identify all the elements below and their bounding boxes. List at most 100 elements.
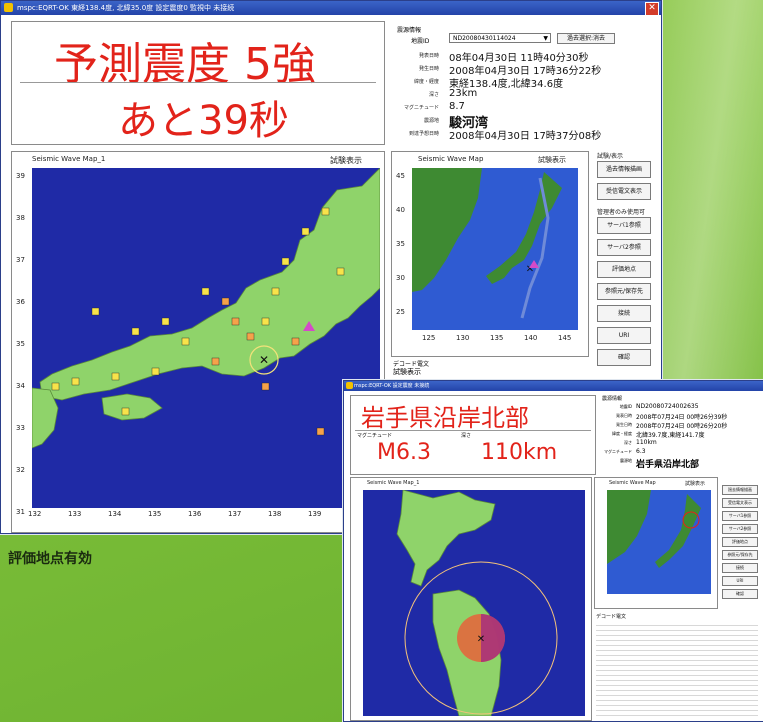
- second-small-map-canvas[interactable]: [607, 490, 711, 594]
- main-titlebar: mspc:EQRT-OK 東経138.4度, 北緯35.0度 設定震度0 監視中…: [1, 1, 661, 15]
- axis-tick-label: 32: [16, 466, 25, 474]
- axis-tick-label: 31: [16, 508, 25, 516]
- axis-tick-label: 130: [456, 334, 470, 342]
- second-info-value: 110km: [636, 439, 657, 446]
- second-side-button[interactable]: 過去情報描画: [722, 485, 758, 495]
- axis-tick-label: 139: [308, 510, 322, 518]
- second-side-button[interactable]: URI: [722, 576, 758, 586]
- second-info-header: 震源情報: [602, 396, 623, 402]
- small-map-title: Seismic Wave Map: [418, 155, 484, 163]
- quake-id-value: ND20080430114024: [453, 35, 516, 42]
- axis-tick-label: 134: [108, 510, 122, 518]
- second-info-label: 発生日時: [616, 422, 632, 427]
- info-value: 23km: [449, 88, 478, 99]
- big-map-panel: Seismic Wave Map_1 試験表示 ✕ 39 38 37 36 35…: [11, 151, 385, 533]
- quake-id-select[interactable]: ND20080430114024 ▼: [449, 33, 551, 43]
- axis-tick-label: 45: [396, 172, 405, 180]
- info-label: 到達予想日時: [408, 131, 439, 137]
- axis-tick-label: 36: [16, 298, 25, 306]
- second-info-value: ND20080724002635: [636, 403, 699, 410]
- second-magnitude: M6.3: [377, 440, 431, 465]
- second-magnitude-label: マグニチュード: [357, 433, 393, 439]
- second-info-label: 地震ID: [619, 404, 632, 409]
- second-info-panel: 震源情報 地震ID ND20080724002635 発表日時 2008年07月24日…: [600, 393, 758, 489]
- side-button[interactable]: 受信電文表示: [597, 183, 651, 200]
- second-side-button[interactable]: 確認: [722, 589, 758, 599]
- second-info-label: 発表日時: [616, 413, 632, 418]
- second-side-button[interactable]: サーバ1参照: [722, 511, 758, 521]
- axis-tick-label: 133: [68, 510, 82, 518]
- selector-label: 地震ID: [411, 38, 430, 45]
- second-big-map-title: Seismic Wave Map_1: [367, 480, 420, 486]
- axis-tick-label: 39: [16, 172, 25, 180]
- second-info-label: 深さ: [624, 440, 632, 445]
- axis-tick-label: 135: [148, 510, 162, 518]
- forecast-countdown: あと39秒: [118, 98, 289, 144]
- axis-tick-label: 125: [422, 334, 436, 342]
- axis-tick-label: 30: [396, 274, 405, 282]
- close-button[interactable]: ✕: [645, 2, 659, 15]
- info-label: 震源地: [423, 118, 439, 124]
- small-map-panel: Seismic Wave Map 試験表示 ✕ 45 40 35 30 25 125 13…: [391, 151, 589, 357]
- second-window-title: mspc:EQRT-OK 設定震度 未接続: [354, 383, 430, 389]
- info-value: 2008年04月30日 17時37分08秒: [449, 131, 602, 142]
- admin-button[interactable]: 評価地点: [597, 261, 651, 278]
- second-app-icon: [346, 382, 353, 389]
- info-panel: 震源情報 地震ID ND20080430114024 ▼ 過去選択:消去 発表日…: [393, 21, 655, 145]
- info-header: 震源情報: [397, 27, 422, 34]
- forecast-divider: [20, 82, 376, 83]
- axis-tick-label: 140: [524, 334, 538, 342]
- axis-tick-label: 37: [16, 256, 25, 264]
- second-depth: 110km: [481, 440, 558, 465]
- big-map-title: Seismic Wave Map_1: [32, 155, 106, 163]
- axis-tick-label: 135: [490, 334, 504, 342]
- admin-button[interactable]: 参照元/保存先: [597, 283, 651, 300]
- second-region: 岩手県沿岸北部: [361, 404, 529, 432]
- app-icon: [4, 3, 13, 12]
- second-side-button[interactable]: 接続: [722, 563, 758, 573]
- second-depth-label: 深さ: [461, 433, 472, 439]
- second-titlebar: mspc:EQRT-OK 設定震度 未接続: [344, 381, 763, 391]
- admin-button[interactable]: サーバ1参照: [597, 217, 651, 234]
- small-map-canvas[interactable]: ✕: [412, 168, 578, 330]
- axis-tick-label: 137: [228, 510, 242, 518]
- admin-button[interactable]: 確認: [597, 349, 651, 366]
- info-label: 発生日時: [418, 66, 439, 72]
- axis-tick-label: 35: [16, 340, 25, 348]
- axis-tick-label: 132: [28, 510, 42, 518]
- admin-button[interactable]: URI: [597, 327, 651, 344]
- axis-tick-label: 38: [16, 214, 25, 222]
- main-window-title: mspc:EQRT-OK 東経138.4度, 北緯35.0度 設定震度0 監視中…: [17, 4, 235, 12]
- second-info-value: 岩手県沿岸北部: [636, 460, 700, 470]
- second-side-button[interactable]: サーバ2参照: [722, 524, 758, 534]
- axis-tick-label: 145: [558, 334, 572, 342]
- second-info-value: 2008年07月24日 00時26分39秒: [636, 414, 728, 421]
- second-info-label: マグニチュード: [604, 449, 632, 454]
- axis-tick-label: 33: [16, 424, 25, 432]
- second-big-map-canvas[interactable]: ✕: [363, 490, 585, 716]
- small-map-badge: 試験表示: [538, 156, 566, 164]
- axis-tick-label: 136: [188, 510, 202, 518]
- second-side-button[interactable]: 受信電文表示: [722, 498, 758, 508]
- info-label: 緯度・経度: [413, 79, 439, 85]
- axis-tick-label: 138: [268, 510, 282, 518]
- admin-button[interactable]: 接続: [597, 305, 651, 322]
- second-info-value: 6.3: [636, 448, 646, 455]
- second-info-label: 震源地: [620, 458, 632, 463]
- second-side-button[interactable]: 参照元/保存先: [722, 550, 758, 560]
- second-info-value: 2008年07月24日 00時26分20秒: [636, 423, 728, 430]
- chevron-down-icon: ▼: [543, 35, 548, 42]
- second-small-map-panel: Seismic Wave Map 試験表示: [594, 477, 718, 609]
- caption-text: 評価地点有効: [8, 551, 92, 567]
- past-select-button[interactable]: 過去選択:消去: [557, 33, 615, 44]
- second-big-map-panel: Seismic Wave Map_1 ✕: [350, 477, 592, 721]
- info-label: マグニチュード: [403, 105, 439, 111]
- admin-button[interactable]: サーバ2参照: [597, 239, 651, 256]
- side-button[interactable]: 過去情報描画: [597, 161, 651, 178]
- second-window: mspc:EQRT-OK 設定震度 未接続 岩手県沿岸北部 マグニチュード 深さ…: [343, 380, 763, 722]
- big-map-canvas[interactable]: ✕: [32, 168, 380, 508]
- axis-tick-label: 25: [396, 308, 405, 316]
- second-side-button[interactable]: 評価地点: [722, 537, 758, 547]
- second-info-value: 北緯39.7度,東経141.7度: [636, 432, 705, 439]
- second-divider: [355, 430, 591, 431]
